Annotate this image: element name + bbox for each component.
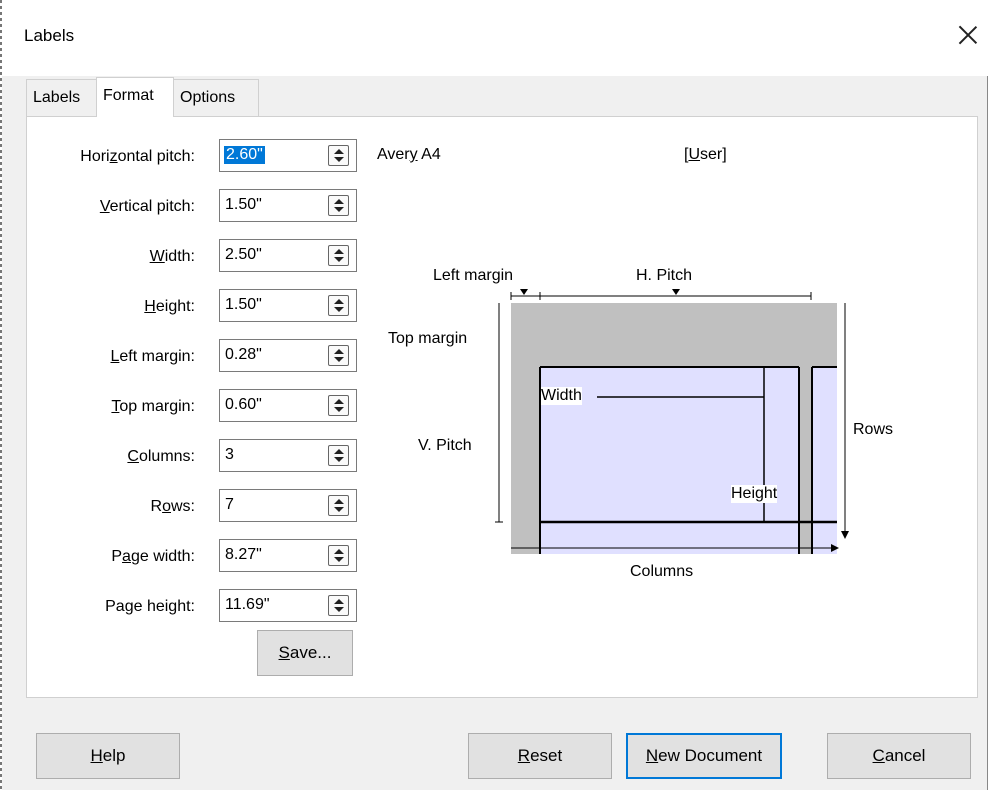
reset-button[interactable]: Reset	[468, 733, 612, 779]
cancel-button[interactable]: Cancel	[827, 733, 971, 779]
left-margin-caption: Left margin	[433, 267, 514, 284]
tab-labels[interactable]: Labels	[26, 79, 98, 117]
label-layout-diagram	[495, 289, 849, 554]
width-caption: Width	[541, 387, 582, 405]
labels-dialog: Labels Labels Format Options Horizontal …	[2, 0, 988, 790]
rows-caption: Rows	[853, 421, 894, 438]
close-icon[interactable]	[957, 24, 979, 46]
tab-format[interactable]: Format	[96, 77, 174, 117]
v-pitch-caption: V. Pitch	[418, 437, 472, 454]
left-margin-arrow	[520, 289, 528, 295]
rows-arrow	[841, 531, 849, 539]
top-margin-caption: Top margin	[388, 330, 468, 347]
h-pitch-arrow	[672, 289, 680, 295]
new-document-button[interactable]: New Document	[626, 733, 782, 779]
columns-caption: Columns	[630, 563, 694, 580]
dialog-title: Labels	[24, 26, 75, 45]
height-caption: Height	[731, 485, 778, 503]
format-panel: Horizontal pitch: Vertical pitch: Width:…	[26, 116, 978, 698]
tab-options[interactable]: Options	[173, 79, 259, 117]
h-pitch-caption: H. Pitch	[636, 267, 693, 284]
help-button[interactable]: Help	[36, 733, 180, 779]
title-bar: Labels	[2, 0, 988, 76]
label-area-2	[812, 367, 837, 554]
